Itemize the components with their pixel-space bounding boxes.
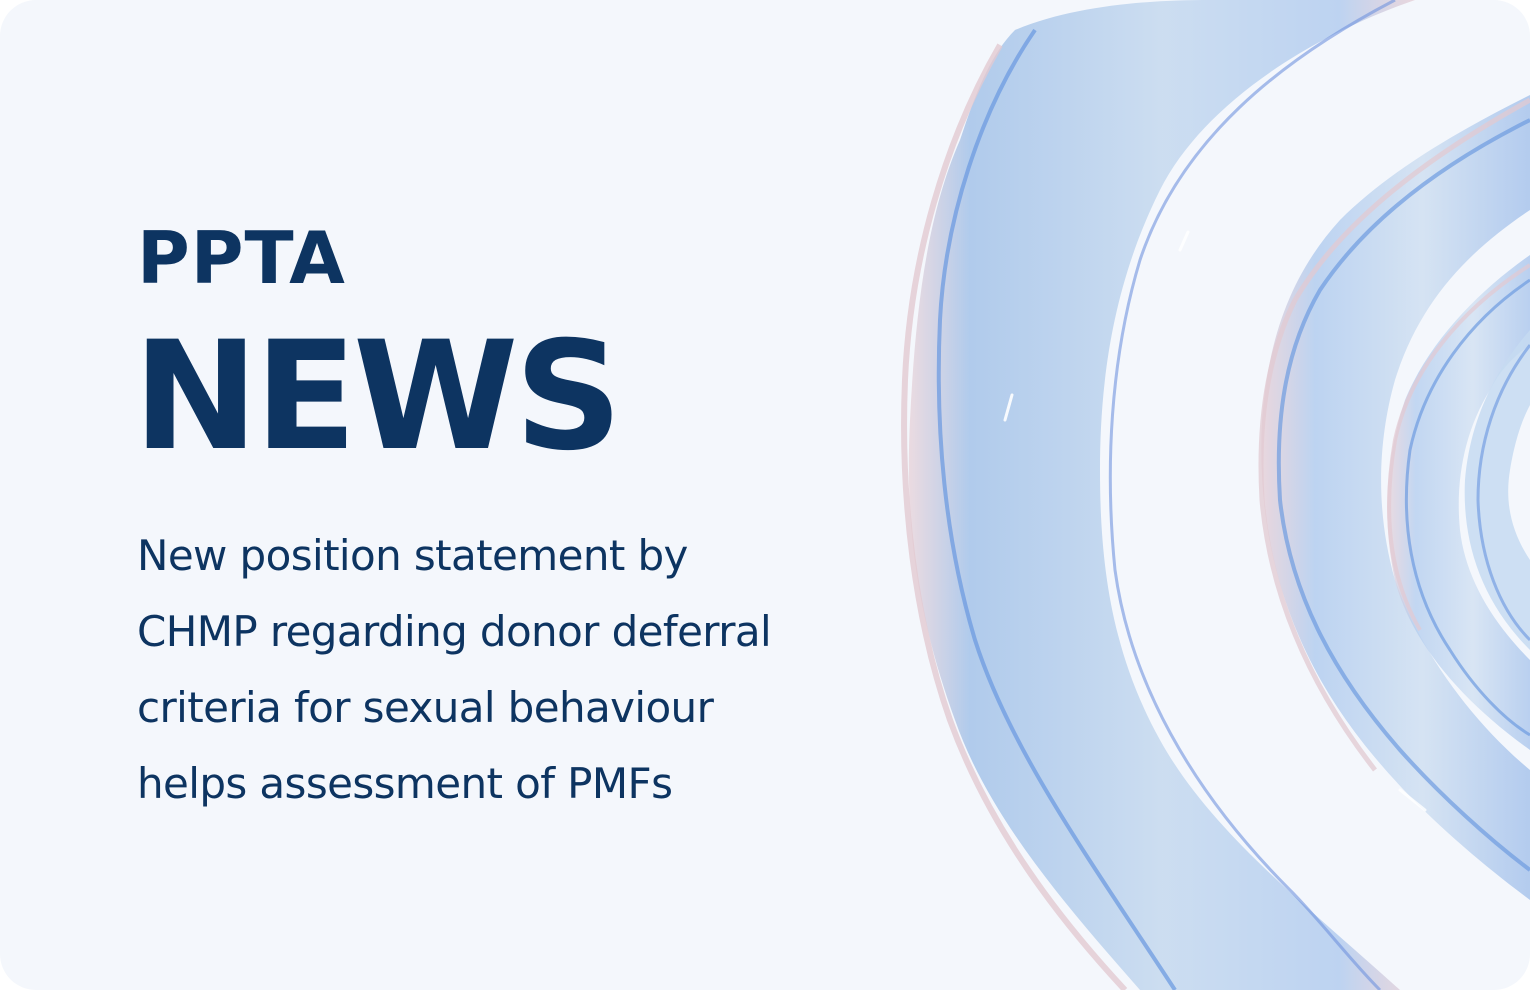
news-summary: New position statement by CHMP regarding… [137,518,897,822]
summary-line: New position statement by [137,531,688,580]
news-card: PPTA NEWS New position statement by CHMP… [0,0,1530,990]
ribbon-highlight [1178,230,1190,252]
kicker-label: PPTA [137,216,346,300]
summary-line: criteria for sexual behaviour [137,683,714,732]
summary-line: helps assessment of PMFs [137,759,673,808]
headline: NEWS [133,310,623,484]
summary-line: CHMP regarding donor deferral [137,607,772,656]
news-text-block: PPTA NEWS New position statement by CHMP… [133,216,897,822]
